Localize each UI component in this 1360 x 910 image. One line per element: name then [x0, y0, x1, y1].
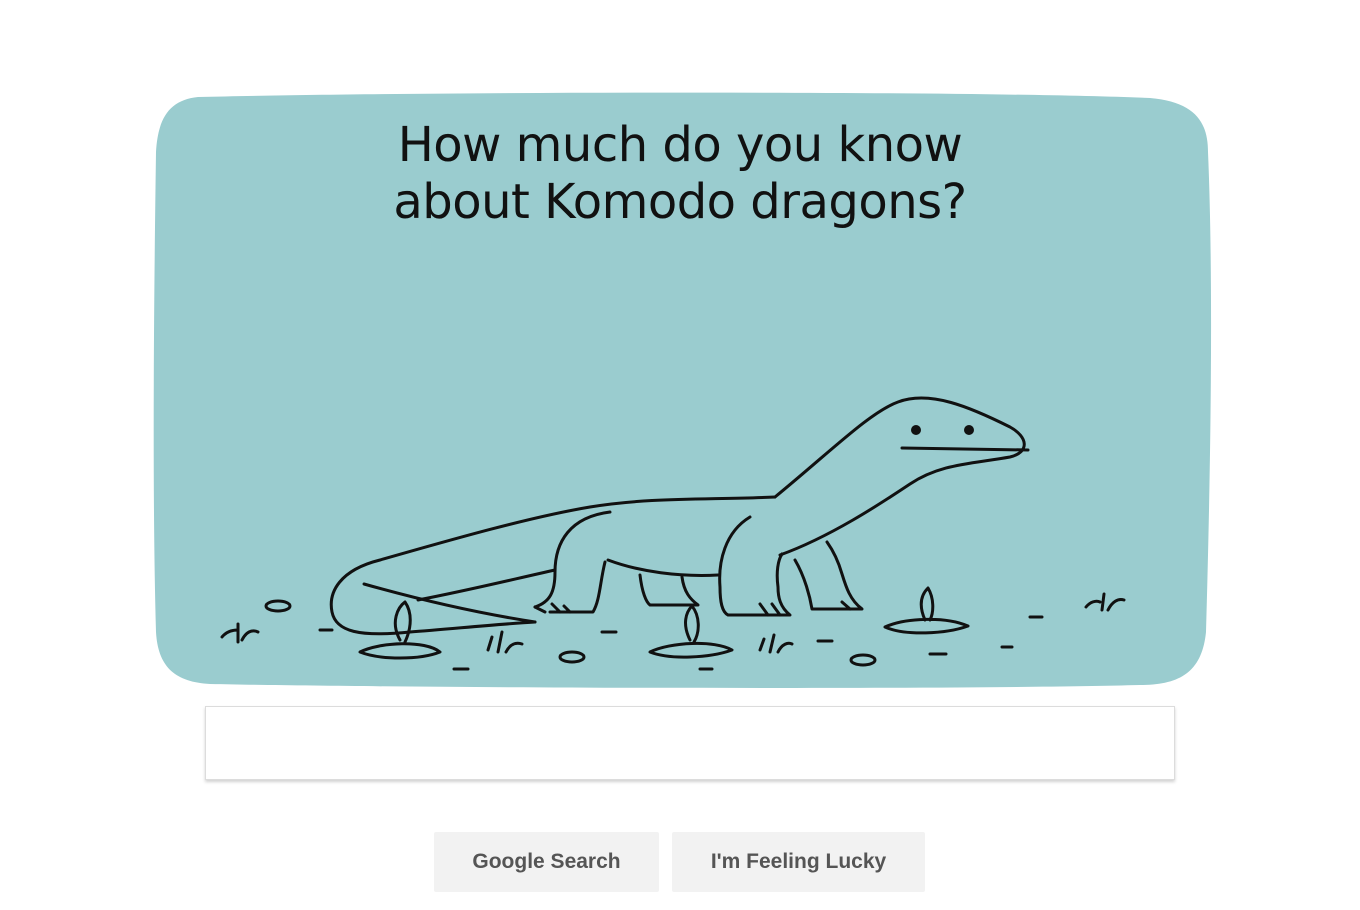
dragon-eye-left	[911, 425, 921, 435]
search-input[interactable]	[206, 707, 1174, 779]
search-box[interactable]	[205, 706, 1175, 780]
doodle-title: How much do you know about Komodo dragon…	[393, 117, 967, 230]
dragon-eye-right	[964, 425, 974, 435]
doodle-banner[interactable]: How much do you know about Komodo dragon…	[150, 92, 1212, 688]
dragon-mouth	[900, 446, 1030, 452]
google-search-button[interactable]: Google Search	[434, 832, 659, 892]
feeling-lucky-button[interactable]: I'm Feeling Lucky	[672, 832, 925, 892]
